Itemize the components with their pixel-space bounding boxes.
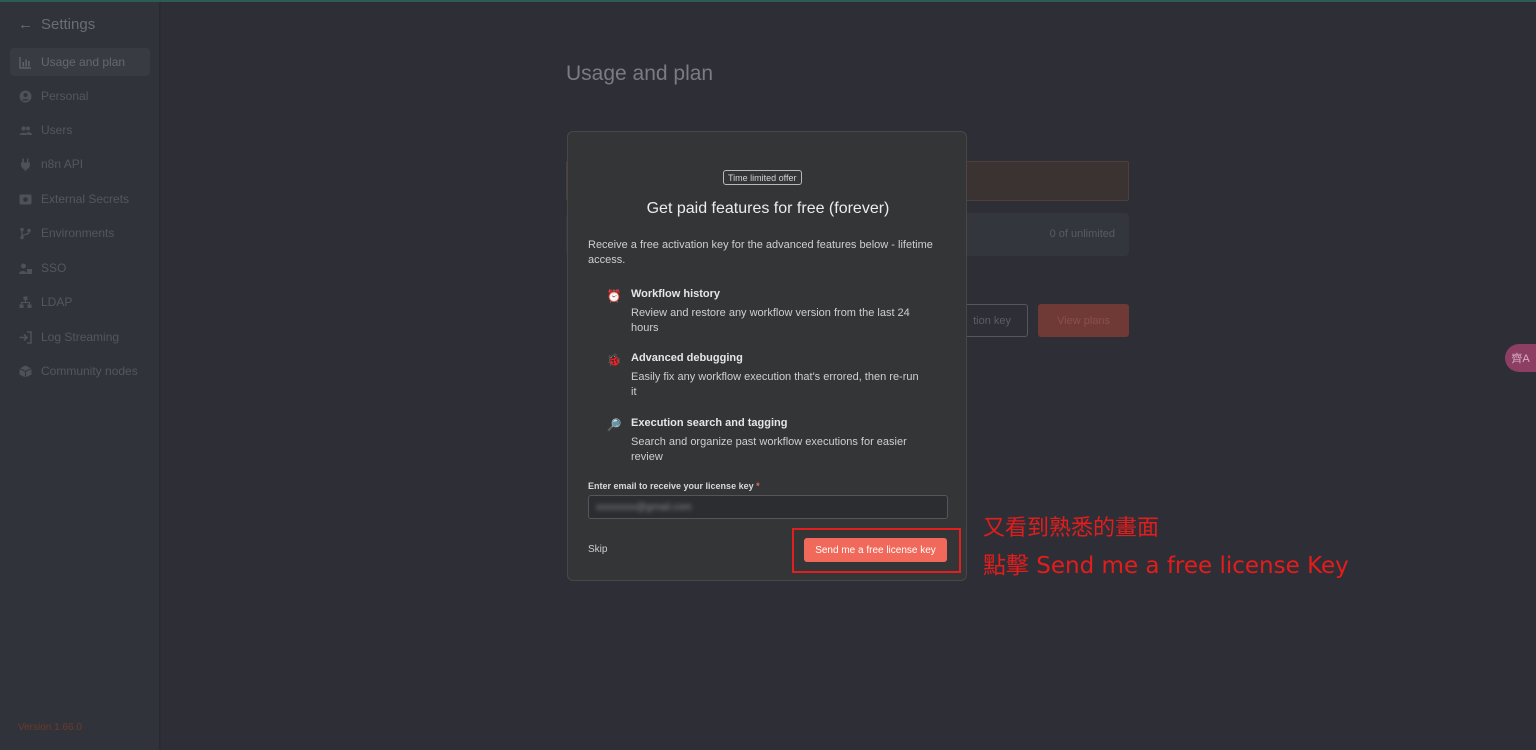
sidebar-item-label: Community nodes [41,364,138,378]
time-limited-badge: Time limited offer [723,170,802,185]
sidebar-header[interactable]: ← Settings [18,16,95,33]
sidebar-item-n8n-api[interactable]: n8n API [10,150,150,178]
code-branch-icon [20,227,31,239]
feature-name: Advanced debugging [631,352,743,364]
email-field[interactable]: xxxxxxxx@gmail.com [588,495,948,519]
page-title: Usage and plan [566,62,714,85]
feature-name: Execution search and tagging [631,417,788,429]
sidebar-item-log-streaming[interactable]: Log Streaming [10,323,150,351]
chart-bar-icon [19,56,31,69]
email-label-text: Enter email to receive your license key [588,481,754,491]
network-icon [19,296,32,308]
sidebar-item-label: LDAP [41,295,73,309]
sidebar-item-sso[interactable]: SSO [10,254,150,282]
sidebar-item-label: Environments [41,226,115,240]
sidebar-title: Settings [41,16,96,33]
users-icon [19,125,32,135]
cube-icon [19,365,32,377]
sidebar-item-label: SSO [41,261,67,275]
plug-icon [21,158,30,171]
version-label: Version 1.66.0 [18,722,82,733]
email-field-label: Enter email to receive your license key … [588,481,760,491]
vault-icon [19,194,32,204]
translate-icon[interactable]: 齊A [1505,344,1536,372]
skip-button[interactable]: Skip [588,544,607,555]
user-circle-icon [19,90,32,102]
sidebar-item-label: Log Streaming [41,330,120,344]
sidebar-item-external-secrets[interactable]: External Secrets [10,185,150,213]
annotation-highlight-box [792,528,961,573]
required-mark: * [756,481,760,491]
free-license-modal: Time limited offer Get paid features for… [567,131,967,581]
sidebar-item-label: Personal [41,89,89,103]
email-value: xxxxxxxx@gmail.com [596,501,692,513]
feature-description: Easily fix any workflow execution that's… [631,371,919,398]
sidebar-item-label: Usage and plan [41,55,126,69]
bug-icon: 🐞 [606,353,622,367]
sidebar-item-personal[interactable]: Personal [10,82,150,110]
sidebar-item-usage-and-plan[interactable]: Usage and plan [10,48,150,76]
annotation-line-1: 又看到熟悉的畫面 [983,516,1160,541]
modal-title: Get paid features for free (forever) [646,200,890,217]
usage-value: 0 of unlimited [1049,228,1115,240]
sidebar-item-ldap[interactable]: LDAP [10,288,150,316]
sign-in-icon [19,330,32,344]
annotation-line-2: 點擊 Send me a free license Key [983,553,1349,579]
view-plans-button[interactable]: View plans [1038,304,1129,337]
back-arrow-icon[interactable]: ← [18,16,33,33]
settings-sidebar: ← Settings Usage and plan Personal Users… [0,2,160,750]
sidebar-item-environments[interactable]: Environments [10,219,150,247]
feature-description: Review and restore any workflow version … [631,307,910,334]
sidebar-item-label: External Secrets [41,192,130,206]
sidebar-item-community-nodes[interactable]: Community nodes [10,357,150,385]
magnifier-icon: 🔎 [606,418,622,432]
user-lock-icon [19,263,32,274]
sidebar-item-label: n8n API [41,157,84,171]
sidebar-item-label: Users [41,123,73,137]
feature-description: Search and organize past workflow execut… [631,436,907,463]
feature-name: Workflow history [631,288,721,300]
modal-intro: Receive a free activation key for the ad… [588,239,933,266]
sidebar-item-users[interactable]: Users [10,116,150,144]
clock-icon: ⏰ [606,289,622,303]
